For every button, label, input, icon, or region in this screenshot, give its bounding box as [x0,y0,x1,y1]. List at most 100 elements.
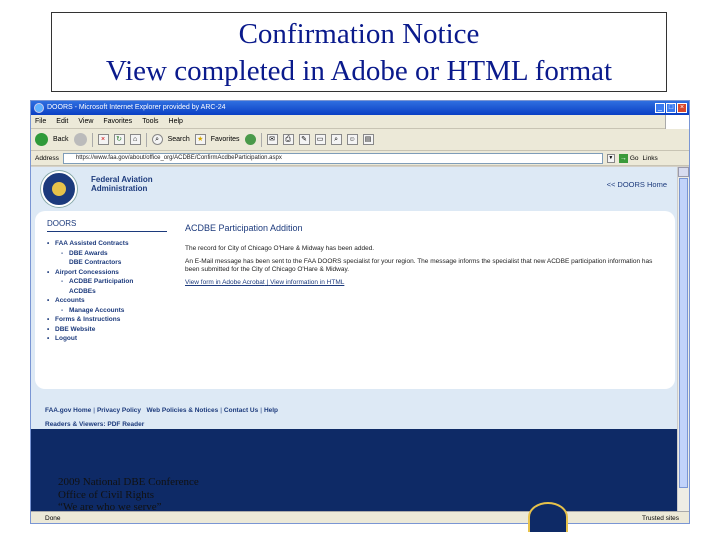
footer-web-policies-link[interactable]: Web Policies & Notices [146,407,218,414]
nav-dbe-awards[interactable]: - DBE Awards [47,250,167,259]
footer-faa-home-link[interactable]: FAA.gov Home [45,407,91,414]
links-label[interactable]: Links [643,155,658,162]
discuss-icon[interactable]: ▭ [314,134,326,145]
mail-icon[interactable]: ✉ [266,134,278,145]
nav-manage-accounts-label: Manage Accounts [69,306,125,314]
toolbar-divider [260,132,262,147]
faa-seal-logo[interactable] [41,171,77,207]
main-content: ACDBE Participation Addition The record … [185,223,665,292]
close-icon[interactable]: × [677,103,687,113]
nav-logout-label: Logout [55,335,78,342]
nav-faa-assisted[interactable]: • FAA Assisted Contracts [47,240,167,249]
footer-privacy-link[interactable]: Privacy Policy [97,407,141,414]
page-viewport: Federal Aviation Administration << DOORS… [31,167,679,511]
nav-acdbe-participation-label: ACDBE Participation [69,278,134,285]
refresh-icon[interactable]: ↻ [113,134,125,145]
nav-dbe-website-label: DBE Website [55,325,96,333]
nav-manage-accounts[interactable]: - Manage Accounts [47,307,167,316]
favorites-button[interactable]: Favorites [211,136,240,143]
view-adobe-link[interactable]: View form in Adobe Acrobat [185,279,265,286]
agency-name-line1: Federal Aviation [91,175,153,184]
nav-acdbes-label: ACDBEs [69,287,96,295]
window-titlebar: DOORS - Microsoft Internet Explorer prov… [31,101,689,115]
scroll-up-icon[interactable] [678,167,689,177]
address-input[interactable]: https://www.faa.gov/about/office_org/ACD… [62,152,603,164]
window-title: DOORS - Microsoft Internet Explorer prov… [47,104,226,111]
go-label: Go [629,154,639,162]
view-links: View form in Adobe Acrobat | View inform… [185,279,665,287]
menu-view[interactable]: View [78,115,93,128]
research-icon[interactable]: ⌕ [330,134,342,145]
menu-help[interactable]: Help [169,115,183,128]
footer-row-2: Readers & Viewers: PDF Reader [45,421,278,429]
slide-footer: 2009 National DBE Conference Office of C… [58,476,199,514]
address-label: Address [35,154,59,162]
ie-icon [34,103,44,113]
dot-seal-logo [528,502,568,532]
back-button[interactable]: Back [53,136,69,143]
media-icon[interactable]: ▤ [362,134,374,145]
footer-help-link[interactable]: Help [264,407,278,414]
vertical-scrollbar[interactable] [677,167,689,511]
footer-contact-link[interactable]: Contact Us [224,407,258,414]
messenger-icon[interactable]: ☺ [346,134,358,145]
search-icon[interactable]: ⌕ [151,134,163,145]
slide-title-line2: View completed in Adobe or HTML format [105,55,613,87]
minimize-icon[interactable]: _ [655,103,665,113]
slide-footer-tagline: “We are who we serve” [58,501,162,513]
nav-acdbes[interactable]: ACDBEs [47,288,167,297]
menu-tools[interactable]: Tools [142,115,158,128]
confirmation-message: The record for City of Chicago O'Hare & … [185,245,375,252]
nav-title: DOORS [47,219,167,232]
go-button[interactable]: → Go [618,153,639,163]
toolbar-divider [91,132,93,147]
window-controls: _ □ × [655,103,687,113]
menu-edit[interactable]: Edit [56,115,68,128]
scrollbar-thumb[interactable] [679,178,688,488]
page-heading: ACDBE Participation Addition [185,223,303,233]
windows-logo-icon [665,115,689,129]
slide-title-line1: Confirmation Notice [238,18,480,50]
nav-dbe-website[interactable]: • DBE Website [47,326,167,335]
edit-icon[interactable]: ✎ [298,134,310,145]
menu-bar: File Edit View Favorites Tools Help [31,115,689,129]
nav-dbe-contractors[interactable]: DBE Contractors [47,259,167,268]
home-icon[interactable]: ⌂ [129,134,141,145]
stop-icon[interactable]: × [97,134,109,145]
browser-window: DOORS - Microsoft Internet Explorer prov… [30,100,690,524]
footer-readers-label: Readers & Viewers: [45,421,106,428]
nav-dbe-contractors-label: DBE Contractors [69,259,122,266]
security-zone: Trusted sites [642,515,679,522]
favorites-star-icon[interactable]: ★ [194,134,206,145]
site-footer-links: FAA.gov Home | Privacy Policy Web Policies… [45,401,278,429]
doors-home-link[interactable]: << DOORS Home [607,180,667,189]
toolbar-divider [145,132,147,147]
left-nav: DOORS • FAA Assisted Contracts - DBE Award… [47,219,167,345]
view-html-link[interactable]: View information in HTML [270,279,344,286]
maximize-icon[interactable]: □ [666,103,676,113]
agency-name-line2: Administration [91,184,148,193]
agency-name: Federal Aviation Administration [91,175,153,193]
menu-file[interactable]: File [35,115,46,128]
footer-row-1: FAA.gov Home | Privacy Policy Web Policies… [45,407,279,414]
status-text: Done [45,515,61,522]
back-arrow-icon[interactable] [35,133,48,146]
nav-logout[interactable]: • Logout [47,335,167,344]
search-button[interactable]: Search [168,136,190,143]
slide-title: Confirmation Notice View completed in Ad… [51,12,667,92]
address-bar: Address https://www.faa.gov/about/office… [31,151,689,166]
address-dropdown-icon[interactable]: ▼ [606,153,615,163]
forward-arrow-icon[interactable] [73,133,87,146]
go-arrow-icon: → [618,153,628,163]
email-notice-message: An E-Mail message has been sent to the F… [185,258,653,273]
nav-airport-concessions[interactable]: • Airport Concessions [47,269,167,278]
nav-acdbe-participation[interactable]: - ACDBE Participation [47,278,167,287]
menu-favorites[interactable]: Favorites [103,115,132,128]
print-icon[interactable]: ⎙ [282,134,294,145]
slide-footer-conference: 2009 National DBE Conference [58,476,199,488]
history-icon[interactable] [244,134,256,145]
faa-header: Federal Aviation Administration << DOORS… [31,167,679,209]
footer-pdf-reader-link[interactable]: PDF Reader [107,421,144,428]
nav-accounts[interactable]: • Accounts [47,297,167,306]
nav-forms-instructions[interactable]: • Forms & Instructions [47,316,167,325]
